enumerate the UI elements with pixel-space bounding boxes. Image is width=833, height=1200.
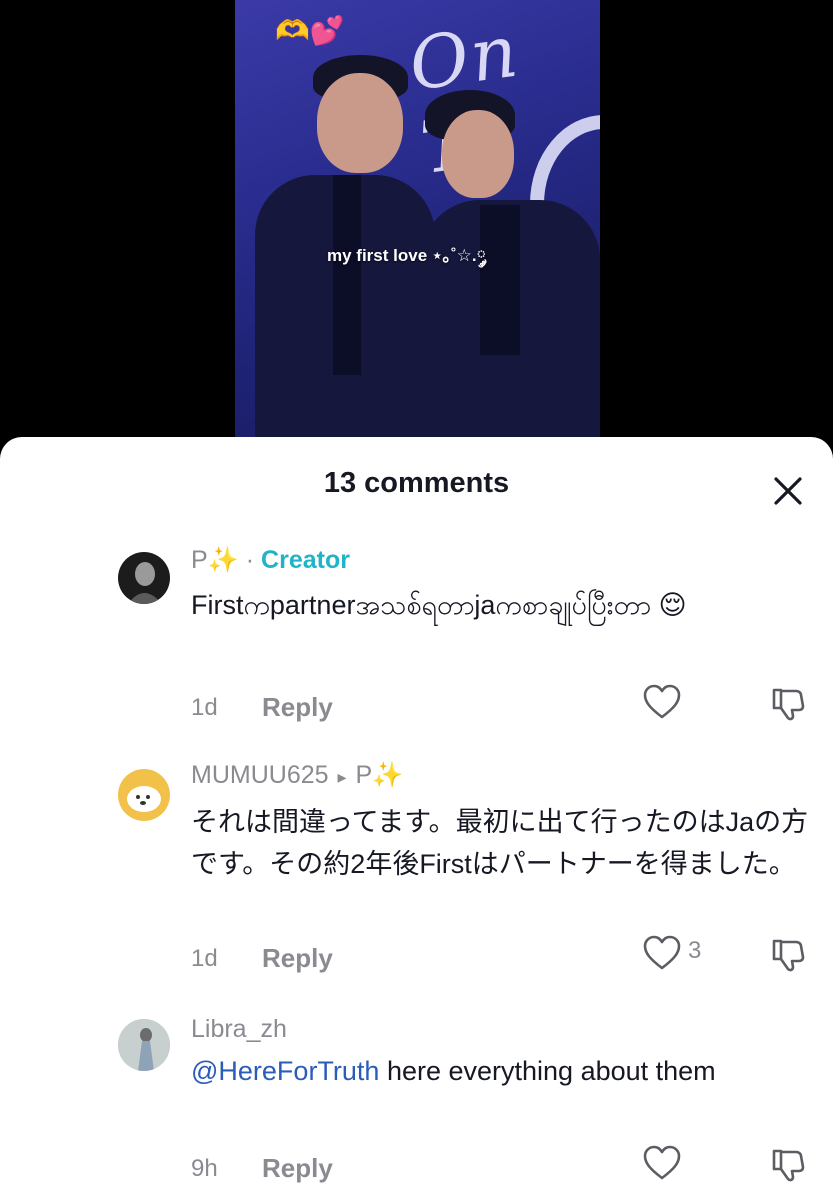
avatar[interactable] — [118, 552, 170, 604]
avatar[interactable] — [118, 769, 170, 821]
dislike-icon[interactable] — [770, 1147, 806, 1183]
dislike-icon[interactable] — [770, 686, 806, 722]
comment-time: 1d — [191, 945, 218, 972]
like-heart-icon[interactable] — [642, 684, 682, 720]
heart-hands-sticker: 🫶💕 — [275, 15, 345, 46]
comment-text: @HereForTruth here everything about them — [191, 1056, 716, 1086]
comment-text: それは間違ってます。最初に出て行ったのはJaの方です。その約2年後Firstはパ… — [191, 807, 809, 879]
video-caption: my first love ⋆｡˚☆.༘ — [327, 246, 486, 265]
like-heart-icon[interactable] — [642, 1145, 682, 1181]
dislike-icon[interactable] — [770, 937, 806, 973]
reply-arrow-icon: ▸ — [337, 767, 347, 787]
avatar[interactable] — [118, 1019, 170, 1071]
mention-link[interactable]: @HereForTruth — [191, 1056, 379, 1086]
comment-time: 1d — [191, 694, 218, 721]
comment-username-row: MUMUU625 ▸ P✨ — [191, 761, 403, 790]
comment-username-row: P✨ · Creator — [191, 546, 350, 574]
comment-username[interactable]: Libra_zh — [191, 1015, 287, 1044]
reply-button[interactable]: Reply — [262, 943, 333, 974]
comments-sheet: 13 comments P✨ · Creator Firstကpartnerအသ… — [0, 437, 833, 1200]
reply-button[interactable]: Reply — [262, 1153, 333, 1184]
like-count: 3 — [688, 937, 702, 964]
comment-time: 9h — [191, 1155, 218, 1182]
reply-button[interactable]: Reply — [262, 692, 333, 723]
creator-badge: Creator — [261, 546, 350, 574]
comment-username[interactable]: MUMUU625 — [191, 761, 329, 789]
video-preview[interactable]: On Th 🫶💕 my first love ⋆｡˚☆.༘ — [235, 0, 600, 445]
comments-count-title: 13 comments — [323, 467, 510, 499]
comment-text: Firstကpartnerအသစ်ရတာjaကစာချုပ်ပြီးတာ 😌 — [191, 590, 687, 620]
reply-to-username[interactable]: P✨ — [355, 761, 403, 789]
comment-username[interactable]: P✨ — [191, 546, 239, 574]
close-icon[interactable] — [770, 473, 806, 509]
like-heart-icon[interactable] — [642, 935, 682, 971]
